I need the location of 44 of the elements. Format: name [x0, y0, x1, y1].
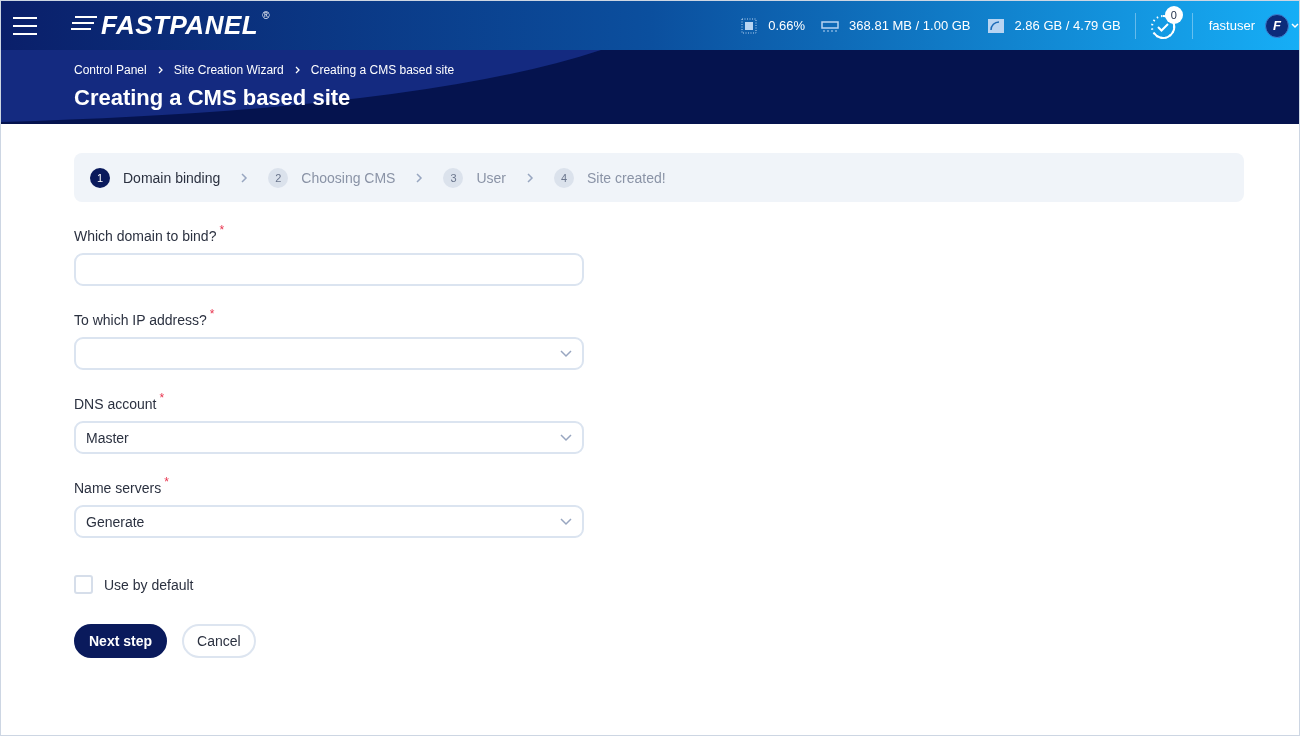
- stat-value: 0.66%: [768, 18, 806, 33]
- chevron-down-icon: [560, 517, 572, 526]
- caret-icon[interactable]: [1291, 21, 1299, 30]
- chevron-right-icon: [293, 66, 301, 74]
- avatar[interactable]: F: [1265, 13, 1289, 38]
- stat-value: 368.81 MB / 1.00 GB: [849, 18, 971, 33]
- select-field[interactable]: Generate: [74, 505, 584, 538]
- cancel-button[interactable]: Cancel: [182, 624, 256, 658]
- field-label: To which IP address?: [74, 312, 207, 328]
- cpu-icon: [740, 17, 759, 34]
- checkbox-label: Use by default: [104, 576, 194, 593]
- required-mark: *: [219, 223, 225, 239]
- registered-mark: ®: [262, 10, 270, 21]
- field-label: Name servers: [74, 480, 162, 496]
- wizard-step[interactable]: Domain binding: [123, 169, 221, 186]
- chevron-down-icon: [560, 433, 572, 442]
- select-field[interactable]: [74, 337, 584, 370]
- input-field[interactable]: [74, 253, 584, 286]
- select-field[interactable]: Master: [74, 421, 584, 454]
- chevron-right-icon: [415, 172, 424, 183]
- required-mark: *: [159, 391, 165, 407]
- next-step-button[interactable]: Next step: [74, 624, 168, 658]
- page-title: Creating a CMS based site: [74, 85, 352, 111]
- chevron-right-icon: [526, 172, 534, 183]
- chevron-down-icon: [560, 349, 572, 358]
- field-label: DNS account: [74, 396, 157, 412]
- count-badge: 0: [1164, 5, 1183, 24]
- chevron-right-icon: [240, 172, 249, 183]
- required-mark: *: [209, 307, 215, 323]
- field-label: Which domain to bind?: [74, 228, 217, 244]
- task-check-icon[interactable]: [1149, 13, 1176, 40]
- required-mark: *: [164, 475, 169, 491]
- breadcrumb-current: Creating a CMS based site: [310, 63, 455, 77]
- checkbox[interactable]: [74, 575, 93, 594]
- breadcrumb-link[interactable]: Site Creation Wizard: [173, 63, 284, 77]
- logo-text[interactable]: FASTPANEL: [101, 10, 259, 41]
- stat-value: 2.86 GB / 4.79 GB: [1014, 18, 1121, 33]
- breadcrumb-link[interactable]: Control Panel: [74, 63, 147, 77]
- menu-icon[interactable]: [13, 15, 37, 36]
- step-number: 4: [554, 167, 574, 188]
- step-number: 3: [443, 167, 464, 188]
- step-number: 1: [90, 167, 110, 188]
- chevron-right-icon: [156, 66, 164, 74]
- step-number: 2: [268, 167, 289, 188]
